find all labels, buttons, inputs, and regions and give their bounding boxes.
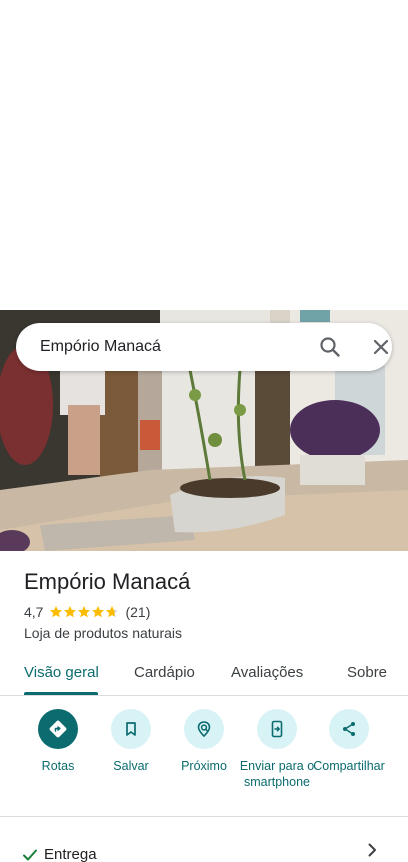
search-bar[interactable]: Empório Manacá [16,323,392,371]
chevron-right-icon[interactable] [364,842,380,858]
place-title: Empório Manacá [24,569,191,594]
close-icon[interactable] [369,335,393,359]
star-icon [92,606,105,618]
place-category: Loja de produtos naturais [24,625,182,641]
rating-row[interactable]: 4,7 (21) [24,603,150,621]
action-buttons: Rotas Salvar Próximo Enviar para o smart… [0,697,408,817]
active-tab-indicator [24,692,98,695]
tab-menu[interactable]: Cardápio [134,664,195,681]
tab-overview[interactable]: Visão geral [24,664,99,681]
tab-reviews[interactable]: Avaliações [231,664,303,681]
map-area [0,0,408,310]
share-icon [329,709,369,749]
star-rating [49,605,119,619]
tab-about[interactable]: Sobre [347,664,387,681]
rating-value: 4,7 [24,604,44,620]
star-icon [50,606,63,618]
star-icon [106,606,119,618]
star-icon [78,606,91,618]
share-label: Compartilhar [313,759,385,773]
send-to-phone-icon [257,709,297,749]
save-button[interactable]: Salvar [91,709,171,774]
directions-button[interactable]: Rotas [18,709,98,774]
directions-label: Rotas [41,759,75,773]
check-icon [22,847,38,862]
search-input[interactable]: Empório Manacá [40,338,161,356]
nearby-button[interactable]: Próximo [164,709,244,774]
send-to-phone-label: Enviar para o smartphone [239,759,315,789]
share-button[interactable]: Compartilhar [309,709,389,774]
star-icon [64,606,77,618]
nearby-label: Próximo [181,759,227,773]
bookmark-icon [111,709,151,749]
search-icon[interactable] [318,335,342,359]
delivery-label: Entrega [44,846,97,862]
review-count: (21) [125,604,151,620]
save-label: Salvar [113,759,149,773]
send-to-phone-button[interactable]: Enviar para o smartphone [237,709,317,790]
nearby-icon [184,709,224,749]
delivery-row[interactable]: Entrega [0,836,408,862]
directions-icon [38,709,78,749]
tab-bar: Visão geral Cardápio Avaliações Sobre [0,650,408,696]
